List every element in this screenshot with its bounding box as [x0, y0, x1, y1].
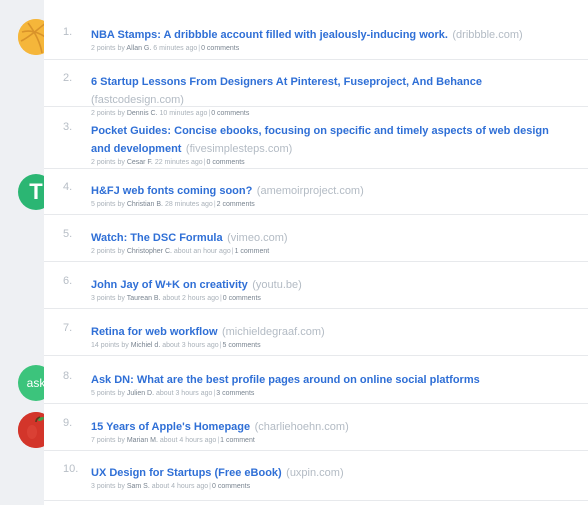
story-time: about 4 hours ago: [159, 437, 217, 444]
story-row: 7. Retina for web workflow (michieldegra…: [44, 308, 588, 356]
story-title-link[interactable]: Retina for web workflow: [91, 326, 218, 338]
story-author-link[interactable]: Marian M.: [127, 437, 158, 444]
story-domain[interactable]: (uxpin.com): [286, 467, 343, 479]
story-meta: 2 points by Christopher C. about an hour…: [91, 248, 560, 255]
story-row: 2. 6 Startup Lessons From Designers At P…: [44, 59, 588, 117]
story-domain[interactable]: (charliehoehn.com): [255, 421, 349, 433]
story-points: 7 points by: [91, 437, 125, 444]
story-rank: 10.: [63, 463, 79, 475]
story-meta: 2 points by Cesar F. 22 minutes ago|0 co…: [91, 159, 560, 166]
story-author-link[interactable]: Michiel d.: [131, 342, 161, 349]
story-points: 2 points by: [91, 45, 125, 52]
story-rank: 9.: [63, 417, 73, 429]
story-points: 5 points by: [91, 201, 125, 208]
story-time: about 3 hours ago: [156, 390, 213, 397]
story-title-link[interactable]: Pocket Guides: Concise ebooks, focusing …: [91, 125, 549, 155]
story-meta: 3 points by Taurean B. about 2 hours ago…: [91, 295, 560, 302]
story-title-link[interactable]: Watch: The DSC Formula: [91, 232, 223, 244]
story-meta: 5 points by Christian B. 28 minutes ago|…: [91, 201, 560, 208]
story-list: 1. NBA Stamps: A dribbble account filled…: [44, 0, 588, 505]
story-time: about 3 hours ago: [162, 342, 219, 349]
story-domain[interactable]: (youtu.be): [252, 279, 302, 291]
story-time: 6 minutes ago: [153, 45, 198, 52]
story-author-link[interactable]: Cesar F.: [127, 159, 153, 166]
story-comments-link[interactable]: 1 comment: [220, 437, 255, 444]
story-domain[interactable]: (amemoirproject.com): [257, 185, 364, 197]
story-author-link[interactable]: Julien D.: [127, 390, 154, 397]
story-title-link[interactable]: H&FJ web fonts coming soon?: [91, 185, 252, 197]
story-author-link[interactable]: Sam S.: [127, 483, 150, 490]
story-points: 3 points by: [91, 483, 125, 490]
story-author-link[interactable]: Christopher C.: [127, 248, 172, 255]
story-title-link[interactable]: Ask DN: What are the best profile pages …: [91, 374, 480, 386]
story-rank: 5.: [63, 228, 73, 240]
story-time: about 2 hours ago: [162, 295, 219, 302]
story-title-link[interactable]: 15 Years of Apple's Homepage: [91, 421, 250, 433]
story-author-link[interactable]: Taurean B.: [127, 295, 161, 302]
story-rank: 7.: [63, 322, 73, 334]
story-row: 4. H&FJ web fonts coming soon? (amemoirp…: [44, 168, 588, 215]
story-title-link[interactable]: John Jay of W+K on creativity: [91, 279, 248, 291]
story-meta: 3 points by Sam S. about 4 hours ago|0 c…: [91, 483, 560, 490]
story-row: 1. NBA Stamps: A dribbble account filled…: [44, 0, 588, 60]
story-comments-link[interactable]: 3 comments: [216, 390, 254, 397]
story-rank: 8.: [63, 370, 73, 382]
story-author-link[interactable]: Christian B.: [127, 201, 163, 208]
story-rank: 1.: [63, 26, 73, 38]
story-rank: 3.: [63, 121, 73, 133]
story-domain[interactable]: (dribbble.com): [452, 29, 522, 41]
story-time: about 4 hours ago: [151, 483, 209, 490]
story-meta: 2 points by Allan G. 6 minutes ago|0 com…: [91, 45, 560, 52]
story-comments-link[interactable]: 5 comments: [223, 342, 261, 349]
story-comments-link[interactable]: 0 comments: [207, 159, 245, 166]
story-points: 2 points by: [91, 159, 125, 166]
story-row: 10. UX Design for Startups (Free eBook) …: [44, 450, 588, 501]
story-meta: 5 points by Julien D. about 3 hours ago|…: [91, 390, 560, 397]
story-meta: 14 points by Michiel d. about 3 hours ag…: [91, 342, 560, 349]
story-points: 2 points by: [91, 248, 125, 255]
story-domain[interactable]: (michieldegraaf.com): [222, 326, 325, 338]
story-comments-link[interactable]: 0 comments: [212, 483, 250, 490]
story-comments-link[interactable]: 1 comment: [235, 248, 270, 255]
story-domain[interactable]: (fastcodesign.com): [91, 94, 184, 106]
story-domain[interactable]: (vimeo.com): [227, 232, 288, 244]
story-rank: 4.: [63, 181, 73, 193]
story-row: 9. 15 Years of Apple's Homepage (charlie…: [44, 403, 588, 451]
story-time: 28 minutes ago: [164, 201, 213, 208]
story-title-link[interactable]: 6 Startup Lessons From Designers At Pint…: [91, 76, 482, 88]
story-rank: 6.: [63, 275, 73, 287]
story-comments-link[interactable]: 2 comments: [217, 201, 255, 208]
story-domain[interactable]: (fivesimplesteps.com): [186, 143, 292, 155]
t-badge-letter: T: [29, 179, 43, 204]
story-author-link[interactable]: Allan G.: [126, 45, 151, 52]
story-points: 3 points by: [91, 295, 125, 302]
story-points: 14 points by: [91, 342, 129, 349]
story-rank: 2.: [63, 72, 73, 84]
story-comments-link[interactable]: 0 comments: [201, 45, 239, 52]
story-time: 22 minutes ago: [154, 159, 203, 166]
story-row: 5. Watch: The DSC Formula (vimeo.com) 2 …: [44, 214, 588, 262]
story-title-link[interactable]: UX Design for Startups (Free eBook): [91, 467, 282, 479]
story-points: 5 points by: [91, 390, 125, 397]
story-title-link[interactable]: NBA Stamps: A dribbble account filled wi…: [91, 29, 448, 41]
ask-badge-label: ask: [26, 376, 46, 390]
story-time: about an hour ago: [173, 248, 231, 255]
story-comments-link[interactable]: 0 comments: [223, 295, 261, 302]
story-row: 3. Pocket Guides: Concise ebooks, focusi…: [44, 106, 588, 169]
story-row: 8. Ask DN: What are the best profile pag…: [44, 355, 588, 404]
story-row: 6. John Jay of W+K on creativity (youtu.…: [44, 261, 588, 309]
story-meta: 7 points by Marian M. about 4 hours ago|…: [91, 437, 560, 444]
